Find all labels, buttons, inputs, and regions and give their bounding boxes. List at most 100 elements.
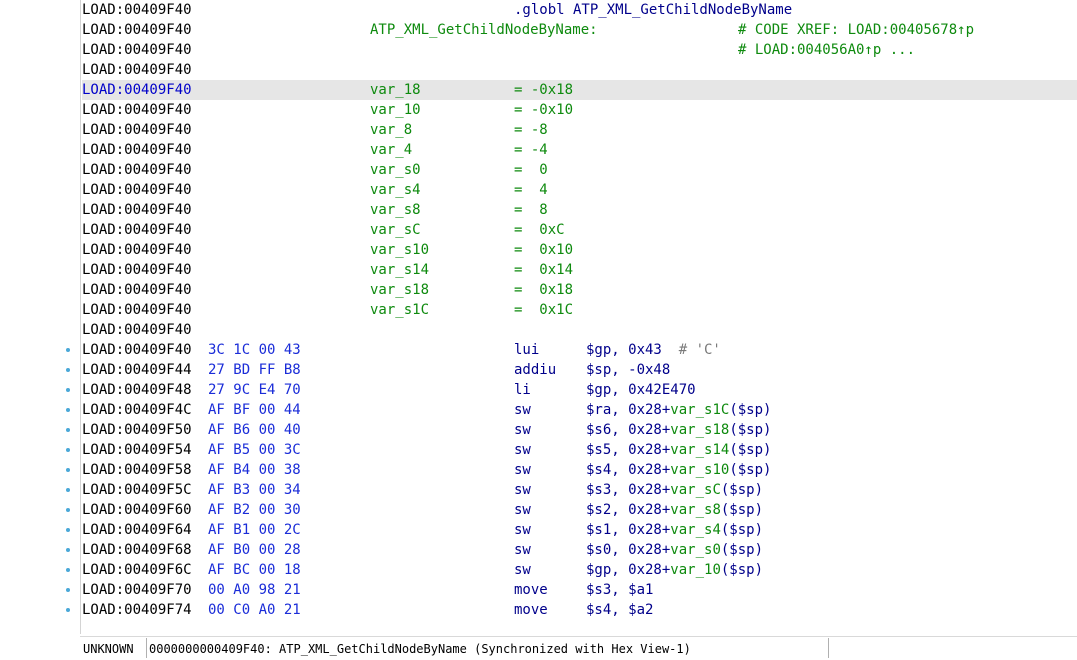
line-address[interactable]: LOAD:00409F40 <box>82 40 192 60</box>
line-address[interactable]: LOAD:00409F44 <box>82 360 192 380</box>
listing-line[interactable]: LOAD:00409F40 ATP_XML_GetChildNodeByName:… <box>82 20 1077 40</box>
line-address[interactable]: LOAD:00409F40 <box>82 180 192 200</box>
listing-line[interactable]: LOAD:00409F40 var_8 = -8 <box>82 120 1077 140</box>
stack-var-name[interactable]: var_s1C <box>370 300 429 320</box>
line-address[interactable]: LOAD:00409F40 <box>82 280 192 300</box>
line-address[interactable]: LOAD:00409F40 <box>82 100 192 120</box>
listing-line[interactable]: LOAD:00409F6C AF BC 00 18 sw $gp, 0x28+var_… <box>82 560 1077 580</box>
line-address[interactable]: LOAD:00409F74 <box>82 600 192 620</box>
xref-comment[interactable]: # LOAD:004056A0↑p ... <box>738 40 915 60</box>
line-address[interactable]: LOAD:00409F48 <box>82 380 192 400</box>
code-flow-dot-icon <box>66 408 70 412</box>
operand-text: ($sp) <box>720 562 764 578</box>
stack-var-name[interactable]: var_s8 <box>370 200 421 220</box>
line-address[interactable]: LOAD:00409F54 <box>82 440 192 460</box>
line-address[interactable]: LOAD:00409F40 <box>82 0 192 20</box>
listing-line[interactable]: LOAD:00409F40 var_s10 = 0x10 <box>82 240 1077 260</box>
operand-var-ref[interactable]: var_s18 <box>670 422 729 438</box>
listing-line[interactable]: LOAD:00409F40 var_s1C = 0x1C <box>82 300 1077 320</box>
listing-line[interactable]: LOAD:00409F40 .globl ATP_XML_GetChildNode… <box>82 0 1077 20</box>
line-address[interactable]: LOAD:00409F40 <box>82 260 192 280</box>
operand-var-ref[interactable]: var_s14 <box>670 442 729 458</box>
listing-line[interactable]: LOAD:00409F74 00 C0 A0 21 move $s4, $a2 <box>82 600 1077 620</box>
operand-text: $sp, -0x48 <box>586 362 671 378</box>
line-address[interactable]: LOAD:00409F40 <box>82 120 192 140</box>
stack-var-name[interactable]: var_4 <box>370 140 412 160</box>
opcode-bytes: AF B3 00 34 <box>208 482 301 498</box>
operand-var-ref[interactable]: var_s0 <box>670 542 721 558</box>
instruction-mnemonic: move <box>514 582 548 598</box>
listing-line[interactable]: LOAD:00409F40 var_s8 = 8 <box>82 200 1077 220</box>
listing-line[interactable]: LOAD:00409F40 var_4 = -4 <box>82 140 1077 160</box>
listing-line[interactable]: LOAD:00409F48 27 9C E4 70 li $gp, 0x42E470 <box>82 380 1077 400</box>
xref-comment[interactable]: # CODE XREF: LOAD:00405678↑p <box>738 20 974 40</box>
line-address[interactable]: LOAD:00409F40 <box>82 340 192 360</box>
stack-var-name[interactable]: var_s18 <box>370 280 429 300</box>
operand-var-ref[interactable]: var_sC <box>670 482 721 498</box>
code-flow-dot-icon <box>66 388 70 392</box>
stack-var-name[interactable]: var_s14 <box>370 260 429 280</box>
line-address[interactable]: LOAD:00409F6C <box>82 560 192 580</box>
listing-line[interactable]: LOAD:00409F44 27 BD FF B8 addiu $sp, -0x48 <box>82 360 1077 380</box>
line-address[interactable]: LOAD:00409F5C <box>82 480 192 500</box>
listing-line[interactable]: LOAD:00409F40 var_s4 = 4 <box>82 180 1077 200</box>
line-address[interactable]: LOAD:00409F40 <box>82 80 192 100</box>
code-flow-dot-icon <box>66 448 70 452</box>
listing-line[interactable]: LOAD:00409F40 var_s0 = 0 <box>82 160 1077 180</box>
operand-var-ref[interactable]: var_10 <box>670 562 721 578</box>
listing-line[interactable]: LOAD:00409F40 var_s14 = 0x14 <box>82 260 1077 280</box>
listing-line[interactable]: LOAD:00409F40 <box>82 60 1077 80</box>
operand-text: $s4, $a2 <box>586 602 654 618</box>
stack-var-name[interactable]: var_18 <box>370 80 421 100</box>
instruction-mnemonic: addiu <box>514 362 557 378</box>
stack-var-name[interactable]: var_s0 <box>370 160 421 180</box>
stack-var-name[interactable]: var_8 <box>370 120 412 140</box>
line-address[interactable]: LOAD:00409F70 <box>82 580 192 600</box>
line-address[interactable]: LOAD:00409F50 <box>82 420 192 440</box>
line-address[interactable]: LOAD:00409F40 <box>82 200 192 220</box>
stack-var-name[interactable]: var_10 <box>370 100 421 120</box>
line-address[interactable]: LOAD:00409F40 <box>82 240 192 260</box>
listing-line[interactable]: LOAD:00409F40 3C 1C 00 43 lui $gp, 0x43 # '… <box>82 340 1077 360</box>
listing-line[interactable]: LOAD:00409F40 <box>82 320 1077 340</box>
operand-text: ($sp) <box>729 462 772 478</box>
stack-var-name[interactable]: var_sC <box>370 220 421 240</box>
operand-var-ref[interactable]: var_s4 <box>670 522 721 538</box>
operand-var-ref[interactable]: var_s10 <box>670 462 729 478</box>
line-address[interactable]: LOAD:00409F40 <box>82 320 192 340</box>
line-address[interactable]: LOAD:00409F60 <box>82 500 192 520</box>
line-address[interactable]: LOAD:00409F58 <box>82 460 192 480</box>
listing-line[interactable]: LOAD:00409F70 00 A0 98 21 move $s3, $a1 <box>82 580 1077 600</box>
operand-var-ref[interactable]: var_s1C <box>670 402 729 418</box>
listing-line[interactable]: LOAD:00409F54 AF B5 00 3C sw $s5, 0x28+var_… <box>82 440 1077 460</box>
listing-line[interactable]: LOAD:00409F58 AF B4 00 38 sw $s4, 0x28+var_… <box>82 460 1077 480</box>
line-address[interactable]: LOAD:00409F40 <box>82 20 192 40</box>
opcode-bytes: AF B4 00 38 <box>208 462 301 478</box>
line-address[interactable]: LOAD:00409F40 <box>82 140 192 160</box>
listing-line[interactable]: LOAD:00409F40 var_sC = 0xC <box>82 220 1077 240</box>
listing-line[interactable]: LOAD:00409F64 AF B1 00 2C sw $s1, 0x28+var_… <box>82 520 1077 540</box>
line-address[interactable]: LOAD:00409F68 <box>82 540 192 560</box>
stack-var-name[interactable]: var_s4 <box>370 180 421 200</box>
listing-line[interactable]: LOAD:00409F60 AF B2 00 30 sw $s2, 0x28+var_… <box>82 500 1077 520</box>
line-address[interactable]: LOAD:00409F4C <box>82 400 192 420</box>
listing-line[interactable]: LOAD:00409F68 AF B0 00 28 sw $s0, 0x28+var_… <box>82 540 1077 560</box>
line-address[interactable]: LOAD:00409F40 <box>82 160 192 180</box>
listing-line[interactable]: LOAD:00409F40 var_s18 = 0x18 <box>82 280 1077 300</box>
listing-line[interactable]: LOAD:00409F40 # LOAD:004056A0↑p ... <box>82 40 1077 60</box>
listing-line[interactable]: LOAD:00409F4C AF BF 00 44 sw $ra, 0x28+var_… <box>82 400 1077 420</box>
line-address[interactable]: LOAD:00409F40 <box>82 60 192 80</box>
disassembly-listing[interactable]: LOAD:00409F40 .globl ATP_XML_GetChildNode… <box>82 0 1077 634</box>
opcode-bytes: 00 C0 A0 21 <box>208 602 301 618</box>
listing-line[interactable]: LOAD:00409F50 AF B6 00 40 sw $s6, 0x28+var_… <box>82 420 1077 440</box>
line-address[interactable]: LOAD:00409F40 <box>82 300 192 320</box>
line-address[interactable]: LOAD:00409F40 <box>82 220 192 240</box>
stack-var-name[interactable]: var_s10 <box>370 240 429 260</box>
code-flow-dot-icon <box>66 468 70 472</box>
listing-line[interactable]: LOAD:00409F40 var_10 = -0x10 <box>82 100 1077 120</box>
listing-line[interactable]: LOAD:00409F40 var_18 = -0x18 <box>82 80 1077 100</box>
listing-line[interactable]: LOAD:00409F5C AF B3 00 34 sw $s3, 0x28+var_… <box>82 480 1077 500</box>
operand-var-ref[interactable]: var_s8 <box>670 502 721 518</box>
line-address[interactable]: LOAD:00409F64 <box>82 520 192 540</box>
function-label[interactable]: ATP_XML_GetChildNodeByName: <box>370 20 598 40</box>
